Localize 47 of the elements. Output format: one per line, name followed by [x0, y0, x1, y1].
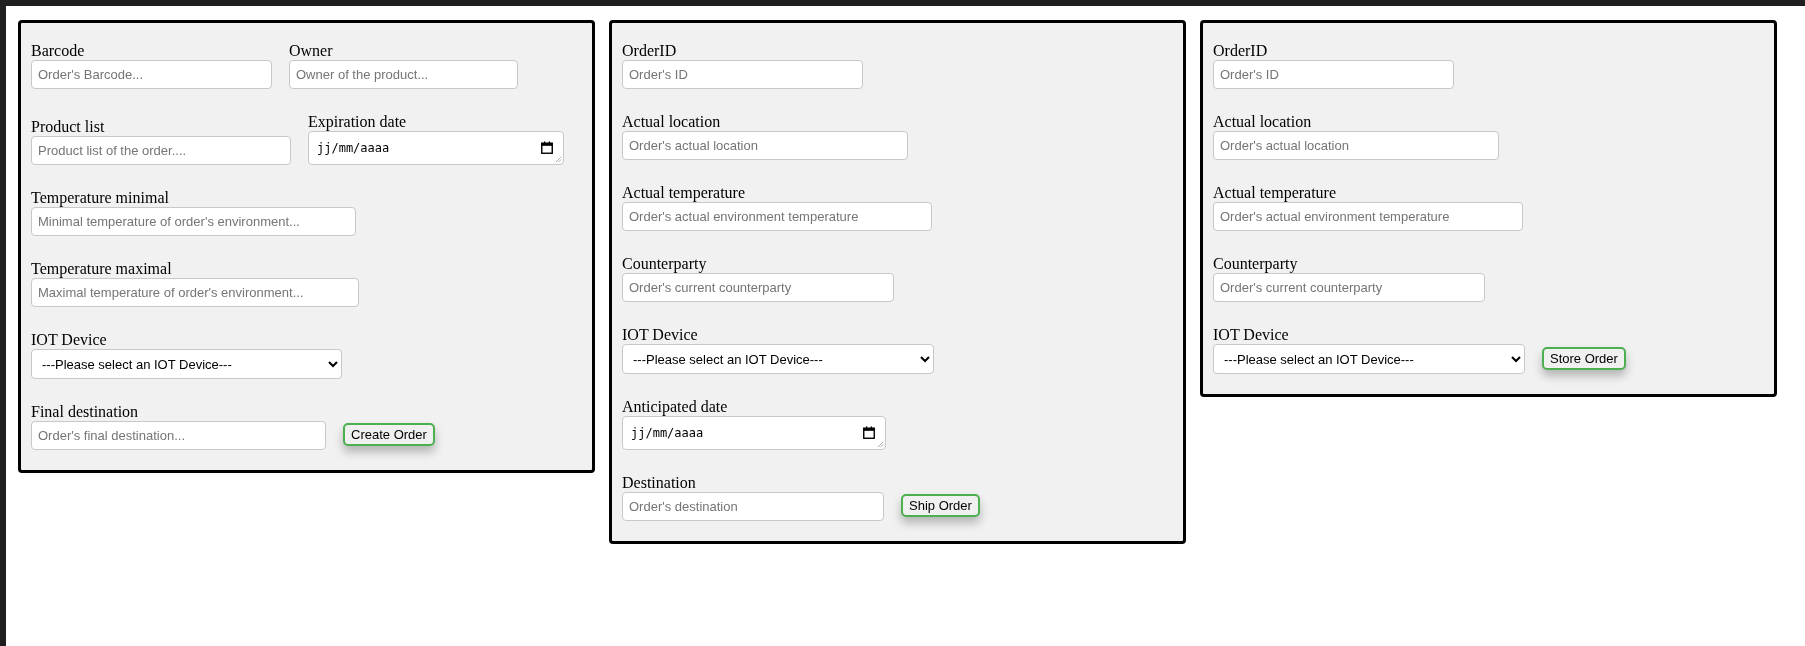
field-label: Actual temperature [1213, 183, 1337, 202]
submit-button[interactable]: Ship Order [901, 494, 980, 517]
text-input[interactable]: Order's actual environment temperature [622, 202, 932, 231]
text-input[interactable]: Order's destination [622, 492, 884, 521]
text-input[interactable]: Minimal temperature of order's environment... [31, 207, 356, 236]
field-label: Destination [622, 473, 696, 492]
resize-grip-icon [555, 156, 562, 163]
submit-button[interactable]: Store Order [1542, 347, 1626, 370]
field-label: Actual temperature [622, 183, 746, 202]
text-input[interactable]: Order's Barcode... [31, 60, 272, 89]
text-input[interactable]: Order's actual environment temperature [1213, 202, 1523, 231]
text-input[interactable]: Owner of the product... [289, 60, 518, 89]
field-label: IOT Device [1213, 325, 1289, 344]
device-select[interactable]: ---Please select an IOT Device--- [1213, 344, 1525, 374]
device-select[interactable]: ---Please select an IOT Device--- [31, 349, 342, 379]
field-label: IOT Device [31, 330, 107, 349]
field-label: Actual location [1213, 112, 1312, 131]
field-label: OrderID [1213, 41, 1268, 60]
field-label: Counterparty [622, 254, 707, 273]
field-label: Owner [289, 41, 333, 60]
text-input[interactable]: Maximal temperature of order's environment... [31, 278, 359, 307]
field-label: Counterparty [1213, 254, 1298, 273]
field-label: Final destination [31, 402, 139, 421]
text-input[interactable]: Order's final destination... [31, 421, 326, 450]
field-label: Temperature minimal [31, 188, 169, 207]
text-input[interactable]: Product list of the order.... [31, 136, 291, 165]
resize-grip-icon [877, 441, 884, 448]
field-label: Temperature maximal [31, 259, 172, 278]
field-label: Barcode [31, 41, 85, 60]
field-label: Expiration date [308, 112, 407, 131]
text-input[interactable]: Order's current counterparty [622, 273, 894, 302]
field-label: Product list [31, 117, 105, 136]
date-input[interactable]: jj/mm/aaaa [622, 416, 886, 450]
calendar-icon[interactable] [540, 141, 554, 155]
date-input[interactable]: jj/mm/aaaa [308, 131, 564, 165]
calendar-icon[interactable] [862, 426, 876, 440]
device-select[interactable]: ---Please select an IOT Device--- [622, 344, 934, 374]
text-input[interactable]: Order's actual location [1213, 131, 1499, 160]
text-input[interactable]: Order's current counterparty [1213, 273, 1485, 302]
field-label: Anticipated date [622, 397, 728, 416]
field-label: OrderID [622, 41, 677, 60]
field-label: IOT Device [622, 325, 698, 344]
text-input[interactable]: Order's actual location [622, 131, 908, 160]
text-input[interactable]: Order's ID [1213, 60, 1454, 89]
field-label: Actual location [622, 112, 721, 131]
text-input[interactable]: Order's ID [622, 60, 863, 89]
submit-button[interactable]: Create Order [343, 423, 435, 446]
